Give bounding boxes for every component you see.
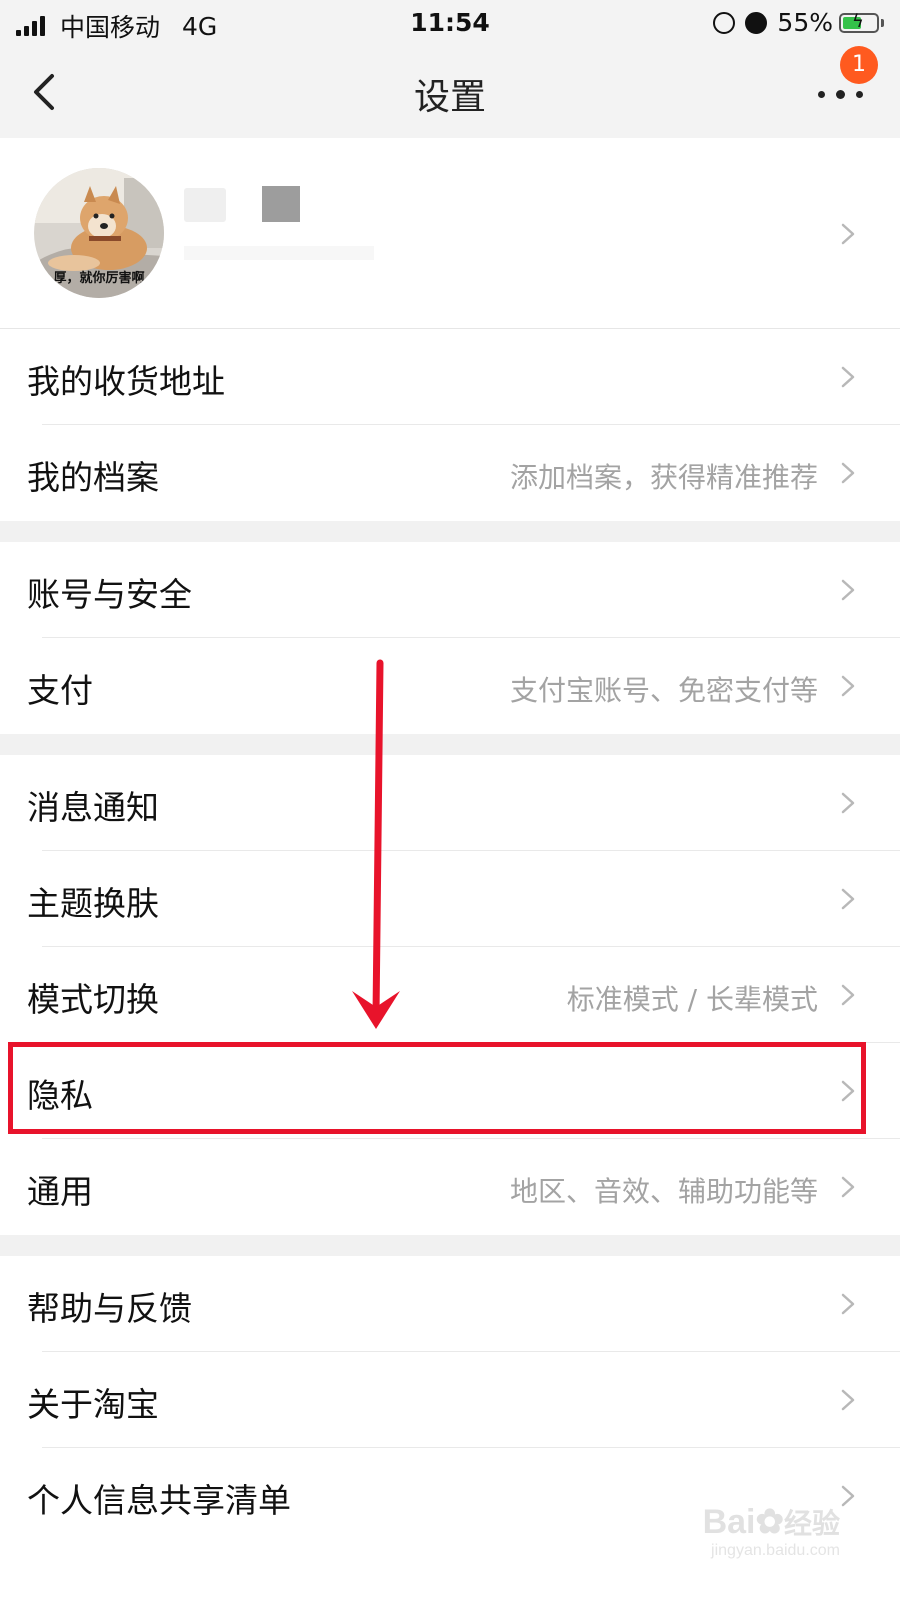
more-dot — [836, 90, 845, 99]
settings-section-1: 我的收货地址 我的档案 添加档案，获得精准推荐 — [0, 329, 900, 521]
row-shipping-address[interactable]: 我的收货地址 — [0, 329, 900, 425]
row-account-security[interactable]: 账号与安全 — [0, 542, 900, 638]
battery-tip — [881, 18, 884, 27]
orientation-lock-icon — [713, 11, 736, 34]
row-label: 个人信息共享清单 — [27, 1481, 291, 1520]
row-label: 通用 — [27, 1172, 93, 1211]
battery-percent: 55% — [777, 8, 833, 37]
annotation-arrow-icon — [352, 659, 400, 1029]
status-right: 55% ϟ — [713, 8, 884, 37]
watermark-url: jingyan.baidu.com — [711, 1542, 840, 1559]
avatar-caption: 厚，就你厉害啊 — [53, 271, 145, 286]
row-mode-switch[interactable]: 模式切换 标准模式 / 长辈模式 — [0, 947, 900, 1043]
row-my-profile[interactable]: 我的档案 添加档案，获得精准推荐 — [0, 425, 900, 521]
row-hint: 标准模式 / 长辈模式 — [566, 983, 818, 1016]
battery-charging-icon: ϟ — [839, 10, 879, 33]
chevron-right-icon — [840, 983, 856, 1007]
chevron-right-icon — [840, 578, 856, 602]
row-label: 账号与安全 — [27, 575, 192, 614]
settings-section-3: 消息通知 主题换肤 模式切换 标准模式 / 长辈模式 隐私 通用 地区、音效、辅… — [0, 755, 900, 1235]
paw-icon: ✿ — [755, 1503, 784, 1541]
chevron-right-icon — [840, 1388, 856, 1412]
more-dot — [856, 91, 863, 98]
avatar: 厚，就你厉害啊 — [34, 168, 164, 298]
row-label: 我的收货地址 — [27, 362, 225, 401]
row-label: 我的档案 — [27, 458, 159, 497]
page-title: 设置 — [413, 77, 486, 118]
watermark-suffix: 经验 — [783, 1508, 840, 1539]
chevron-right-icon — [840, 365, 856, 389]
baidu-jingyan-watermark: Bai✿经验 jingyan.baidu.com — [703, 1502, 840, 1560]
chevron-right-icon — [840, 791, 856, 815]
chevron-right-icon — [840, 887, 856, 911]
redacted-subtitle — [184, 246, 374, 260]
row-help-feedback[interactable]: 帮助与反馈 — [0, 1256, 900, 1352]
row-label: 帮助与反馈 — [27, 1289, 192, 1328]
chevron-right-icon — [840, 1484, 856, 1508]
row-theme[interactable]: 主题换肤 — [0, 851, 900, 947]
chevron-right-icon — [840, 1292, 856, 1316]
charging-bolt-icon: ϟ — [852, 10, 864, 32]
chevron-right-icon — [840, 461, 856, 485]
row-label: 模式切换 — [27, 980, 159, 1019]
chevron-right-icon — [840, 1175, 856, 1199]
row-label: 关于淘宝 — [27, 1385, 159, 1424]
profile-row[interactable]: 厚，就你厉害啊 — [0, 138, 900, 329]
watermark-brand: Bai — [702, 1503, 756, 1541]
chevron-right-icon — [840, 222, 856, 246]
status-bar: 中国移动 4G 11:54 55% ϟ — [0, 0, 900, 46]
more-dot — [818, 91, 825, 98]
row-hint: 地区、音效、辅助功能等 — [509, 1175, 818, 1208]
row-label: 主题换肤 — [27, 884, 159, 923]
row-payment[interactable]: 支付 支付宝账号、免密支付等 — [0, 638, 900, 734]
row-hint: 支付宝账号、免密支付等 — [509, 674, 818, 707]
annotation-highlight-box — [8, 1042, 866, 1134]
row-label: 支付 — [27, 671, 93, 710]
nav-bar: 设置 1 — [0, 46, 900, 138]
row-hint: 添加档案，获得精准推荐 — [509, 461, 818, 494]
redacted-username — [262, 186, 300, 222]
row-notifications[interactable]: 消息通知 — [0, 755, 900, 851]
notification-badge: 1 — [840, 46, 878, 84]
redacted-username — [184, 188, 226, 222]
row-general[interactable]: 通用 地区、音效、辅助功能等 — [0, 1139, 900, 1235]
settings-section-2: 账号与安全 支付 支付宝账号、免密支付等 — [0, 542, 900, 734]
alarm-icon — [745, 11, 768, 34]
row-about-taobao[interactable]: 关于淘宝 — [0, 1352, 900, 1448]
row-label: 消息通知 — [27, 788, 159, 827]
chevron-right-icon — [840, 674, 856, 698]
